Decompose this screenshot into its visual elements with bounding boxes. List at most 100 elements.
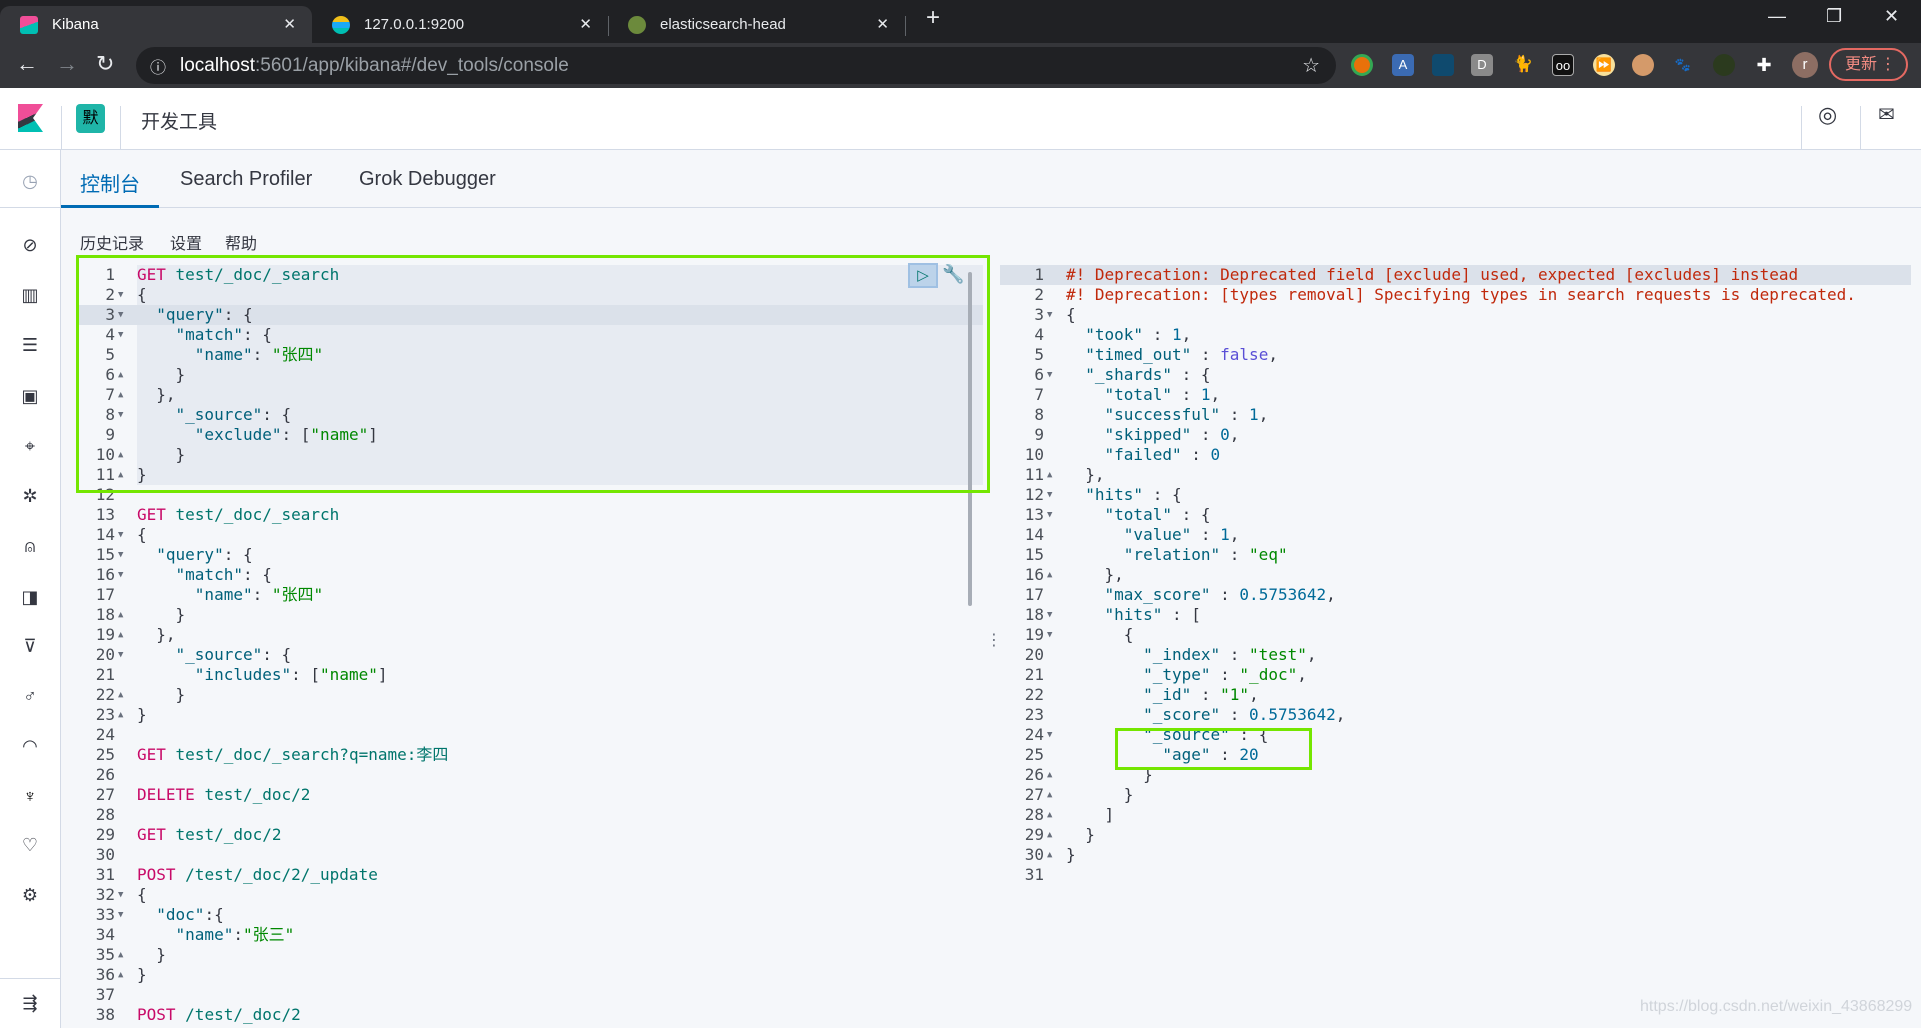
fold-close-icon[interactable]: ▲ [1047,825,1052,845]
back-button[interactable]: ← [16,51,38,77]
tab-search-profiler[interactable]: Search Profiler [180,168,312,191]
monitoring-heart-icon[interactable]: ♡ [19,834,41,856]
code-token: { [1123,625,1134,644]
fold-open-icon[interactable]: ▼ [1047,485,1052,505]
new-tab-button[interactable]: + [926,4,940,32]
line-number: 27 [95,785,115,804]
extension-glasses-icon[interactable]: oo [1552,54,1574,76]
dashboard-icon[interactable]: ☰ [19,334,41,356]
fold-close-icon[interactable]: ▲ [1047,565,1052,585]
mail-icon[interactable]: ✉ [1878,102,1895,127]
close-tab-icon[interactable]: ✕ [283,15,296,33]
menu-settings[interactable]: 设置 [170,230,202,254]
code-token: "eq" [1249,545,1288,564]
fold-open-icon[interactable]: ▼ [118,565,123,585]
fold-close-icon[interactable]: ▲ [1047,785,1052,805]
fold-open-icon[interactable]: ▼ [1047,505,1052,525]
fold-open-icon[interactable]: ▼ [1047,605,1052,625]
browser-tab-elasticsearch[interactable]: 127.0.0.1:9200 ✕ [312,6,608,43]
fold-open-icon[interactable]: ▼ [118,905,123,925]
fold-close-icon[interactable]: ▲ [118,625,123,645]
tab-console[interactable]: 控制台 [80,168,140,197]
discover-compass-icon[interactable]: ⊘ [19,234,41,256]
fold-close-icon[interactable]: ▲ [118,965,123,985]
fold-close-icon[interactable]: ▲ [1047,465,1052,485]
extension-camera-icon[interactable] [1432,54,1454,76]
fold-open-icon[interactable]: ▼ [1047,725,1052,745]
fold-close-icon[interactable]: ▲ [1047,765,1052,785]
fold-open-icon[interactable]: ▼ [118,885,123,905]
logs-icon[interactable]: ◨ [19,586,41,608]
url-path: :5601/app/kibana#/dev_tools/console [255,54,569,76]
extensions-puzzle-icon[interactable]: ✚ [1753,54,1775,76]
uptime-icon[interactable]: ♂ [19,685,41,707]
code-token: : [1220,585,1230,604]
extension-translate-icon[interactable]: A [1392,54,1414,76]
extension-d-icon[interactable]: D [1471,54,1493,76]
code-line: "_source": { [137,645,292,665]
fold-close-icon[interactable]: ▲ [118,685,123,705]
extension-cat-icon[interactable]: 🐈 [1512,54,1534,76]
fold-open-icon[interactable]: ▼ [118,545,123,565]
visualize-chart-icon[interactable]: ▥ [19,284,41,306]
address-bar[interactable]: ⓘ localhost:5601/app/kibana#/dev_tools/c… [136,47,1336,84]
profile-avatar[interactable]: r [1792,52,1818,78]
extension-forward-icon[interactable]: ⏩ [1593,54,1615,76]
kibana-logo[interactable] [18,104,43,132]
line-number: 28 [95,805,115,824]
close-tab-icon[interactable]: ✕ [876,15,889,33]
close-tab-icon[interactable]: ✕ [579,15,592,33]
infrastructure-icon[interactable]: ⍝ [19,535,41,557]
fold-close-icon[interactable]: ▲ [1047,805,1052,825]
apm-icon[interactable]: ⊽ [19,635,41,657]
fold-close-icon[interactable]: ▲ [118,605,123,625]
help-lifebuoy-icon[interactable]: ◎ [1818,102,1837,128]
info-icon[interactable]: ⓘ [150,54,166,78]
close-window-button[interactable]: ✕ [1884,6,1899,27]
space-avatar[interactable]: 默 [76,104,105,133]
fold-open-icon[interactable]: ▼ [1047,305,1052,325]
restore-button[interactable]: ❐ [1826,6,1842,27]
ml-icon[interactable]: ✲ [19,485,41,507]
fold-open-icon[interactable]: ▼ [118,645,123,665]
minimize-button[interactable]: — [1768,6,1786,27]
fold-close-icon[interactable]: ▲ [118,945,123,965]
fold-open-icon[interactable]: ▼ [1047,365,1052,385]
menu-history[interactable]: 历史记录 [80,230,144,254]
bookmark-star-icon[interactable]: ☆ [1302,53,1320,78]
code-token: ] [1104,805,1115,824]
fold-close-icon[interactable]: ▲ [1047,845,1052,865]
maps-icon[interactable]: ⌖ [19,435,41,457]
code-line: ] [1066,805,1115,825]
browser-tab-es-head[interactable]: elasticsearch-head ✕ [608,6,905,43]
line-number: 30 [95,845,115,864]
extension-paw-icon[interactable]: 🐾 [1672,54,1694,76]
dev-tools-wrench-icon[interactable]: ♆ [19,785,41,807]
fold-open-icon[interactable]: ▼ [1047,625,1052,645]
fold-open-icon[interactable]: ▼ [118,525,123,545]
extension-avatar-icon[interactable] [1632,54,1654,76]
siem-icon[interactable]: ◠ [19,735,41,757]
code-token: 1 [1200,385,1211,404]
collapse-nav-icon[interactable]: ⇶ [19,992,41,1014]
fold-close-icon[interactable]: ▲ [118,705,123,725]
forward-button[interactable]: → [56,51,78,77]
more-menu-icon[interactable]: ⋮ [1880,50,1896,79]
canvas-icon[interactable]: ▣ [19,385,41,407]
menu-help[interactable]: 帮助 [225,230,257,254]
extension-sync-icon[interactable] [1351,54,1373,76]
browser-tab-kibana[interactable]: Kibana ✕ [0,6,312,43]
line-number: 20 [95,645,115,664]
update-button[interactable]: 更新 ⋮ [1829,48,1908,81]
code-token: : [252,585,263,604]
management-gear-icon[interactable]: ⚙ [19,884,41,906]
reload-button[interactable]: ↻ [96,51,114,77]
recent-clock-icon[interactable]: ◷ [19,170,41,192]
extension-es-head-icon[interactable] [1713,54,1735,76]
tab-grok-debugger[interactable]: Grok Debugger [359,168,496,191]
